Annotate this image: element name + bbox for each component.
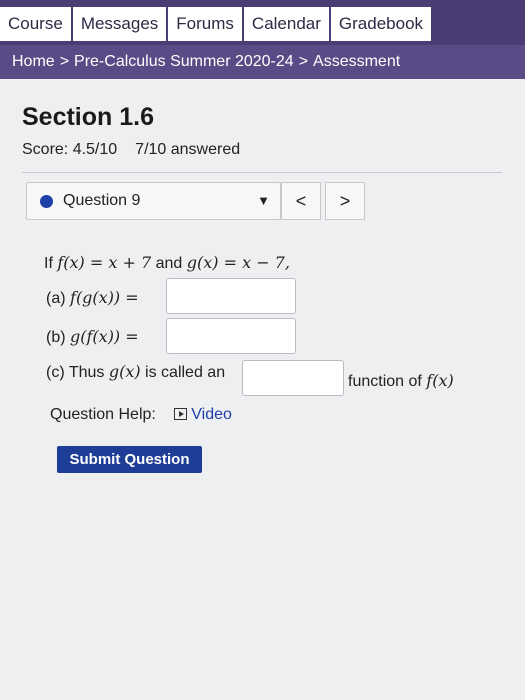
part-c-label: (c) Thus g(x) is called an bbox=[46, 362, 225, 382]
part-a-letter: (a) bbox=[46, 290, 66, 307]
chevron-down-icon: ▼ bbox=[257, 193, 270, 208]
prev-question-button[interactable]: < bbox=[281, 182, 321, 220]
part-c-fx: f(x) bbox=[426, 371, 454, 390]
submit-question-button[interactable]: Submit Question bbox=[57, 446, 202, 473]
main-content: Section 1.6 Score: 4.5/10 7/10 answered Q… bbox=[0, 79, 525, 700]
question-status-dot-icon bbox=[40, 195, 53, 208]
breadcrumb-separator: > bbox=[298, 53, 309, 70]
part-c-gx: g(x) bbox=[108, 362, 141, 381]
prompt-if: If bbox=[44, 255, 53, 272]
question-prompt: If f(x) = x + 7 and g(x) = x − 7, bbox=[44, 253, 290, 273]
tab-forums[interactable]: Forums bbox=[168, 7, 244, 41]
g-definition: g(x) = x − 7, bbox=[186, 253, 290, 272]
tab-gradebook[interactable]: Gradebook bbox=[330, 7, 434, 41]
part-b-label: (b) g(f(x)) = bbox=[46, 327, 139, 347]
prompt-and: and bbox=[155, 255, 183, 272]
tab-course[interactable]: Course bbox=[0, 7, 73, 41]
page-title: Section 1.6 bbox=[22, 103, 154, 131]
part-c-suffix: function of f(x) bbox=[348, 371, 454, 391]
score-line: Score: 4.5/10 7/10 answered bbox=[22, 141, 240, 159]
tab-calendar[interactable]: Calendar bbox=[243, 7, 331, 41]
part-a-expression: f(g(x)) = bbox=[70, 288, 139, 307]
score-text: Score: 4.5/10 bbox=[22, 141, 118, 158]
breadcrumb-home[interactable]: Home bbox=[12, 53, 55, 70]
f-definition: f(x) = x + 7 bbox=[57, 253, 152, 272]
next-question-button[interactable]: > bbox=[325, 182, 365, 220]
nav-tabs: Course Messages Forums Calendar Gradeboo… bbox=[0, 7, 434, 41]
part-c-prefix: (c) Thus bbox=[46, 364, 105, 381]
breadcrumb-current: Assessment bbox=[313, 53, 401, 70]
question-help-label: Question Help: bbox=[50, 406, 156, 423]
breadcrumb-course[interactable]: Pre-Calculus Summer 2020-24 bbox=[74, 53, 294, 70]
question-select[interactable]: Question 9 ▼ bbox=[26, 182, 281, 220]
video-link-label: Video bbox=[191, 406, 232, 423]
divider bbox=[22, 172, 502, 173]
tab-messages[interactable]: Messages bbox=[72, 7, 169, 41]
play-icon bbox=[174, 408, 188, 420]
part-c-post: function of bbox=[348, 373, 422, 390]
part-c-middle: is called an bbox=[145, 364, 226, 381]
question-select-label: Question 9 bbox=[63, 192, 141, 209]
video-help-link[interactable]: Video bbox=[174, 406, 232, 423]
part-b-letter: (b) bbox=[46, 329, 66, 346]
top-nav: Course Messages Forums Calendar Gradeboo… bbox=[0, 0, 525, 45]
answer-b-input[interactable] bbox=[166, 318, 296, 354]
breadcrumb-separator: > bbox=[59, 53, 70, 70]
part-a-label: (a) f(g(x)) = bbox=[46, 288, 139, 308]
breadcrumb: Home > Pre-Calculus Summer 2020-24 > Assessm… bbox=[0, 45, 525, 79]
question-help: Question Help: Video bbox=[50, 406, 232, 424]
answered-count: 7/10 answered bbox=[135, 141, 241, 158]
part-b-expression: g(f(x)) = bbox=[70, 327, 139, 346]
answer-c-input[interactable] bbox=[242, 360, 344, 396]
answer-a-input[interactable] bbox=[166, 278, 296, 314]
